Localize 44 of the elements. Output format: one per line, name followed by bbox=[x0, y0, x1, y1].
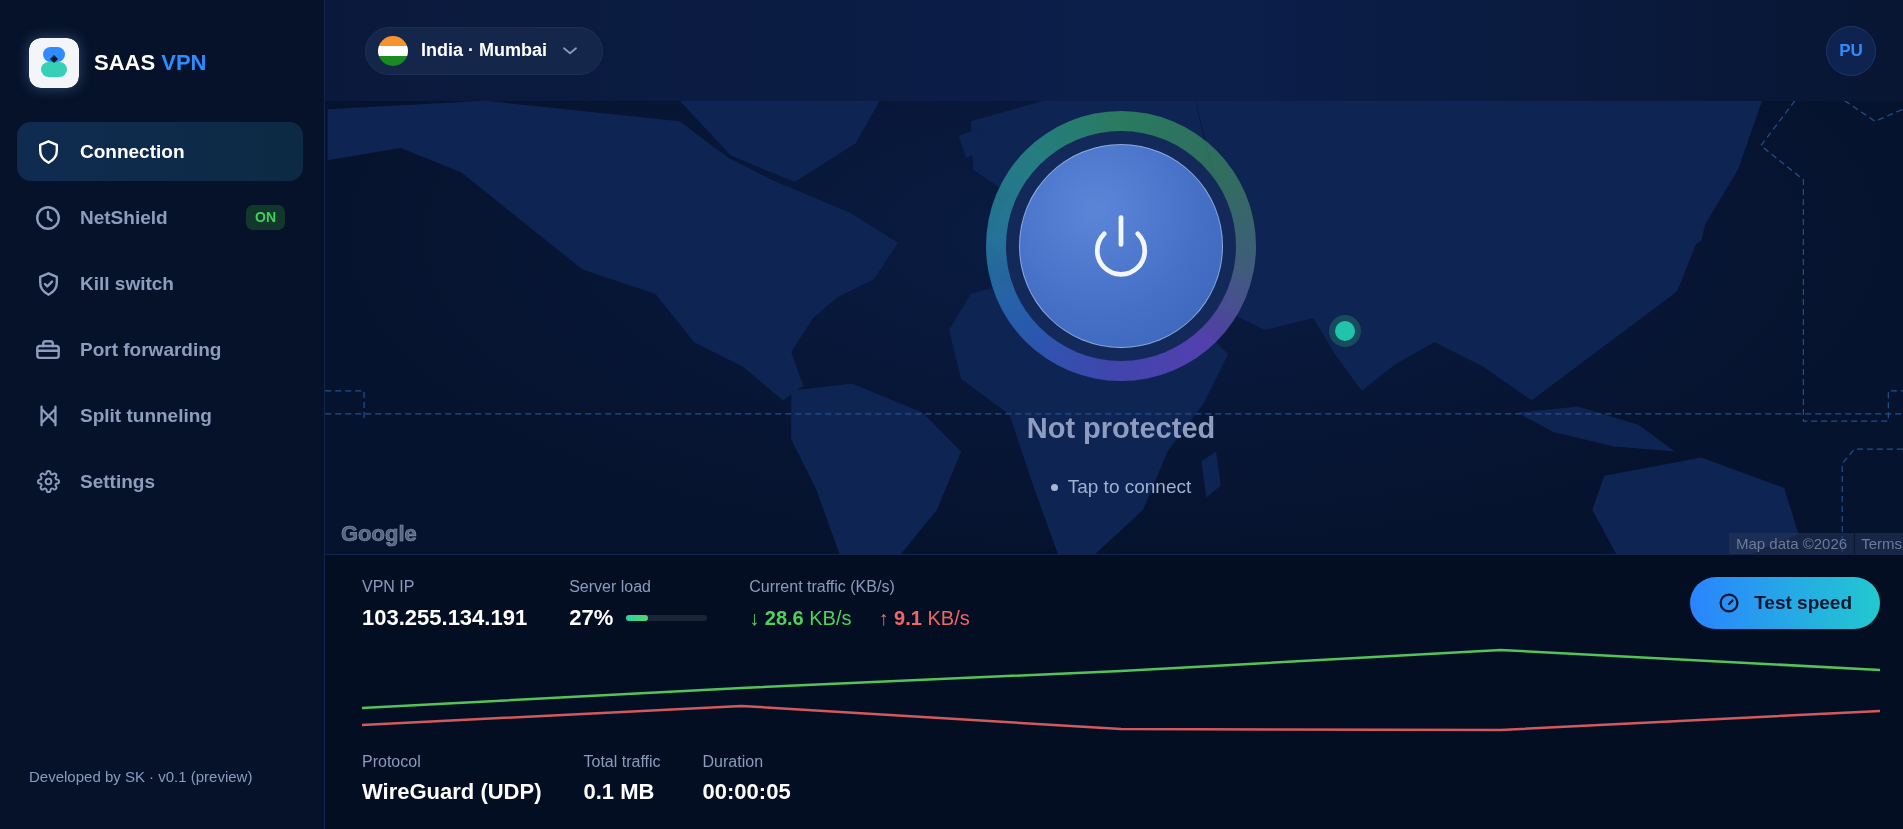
map-provider-logo: Google bbox=[341, 521, 417, 547]
power-button[interactable] bbox=[1019, 144, 1223, 348]
status-badge: ON bbox=[246, 205, 285, 230]
upload-rate: ↑ 9.1 KB/s bbox=[878, 606, 970, 631]
clock-icon bbox=[36, 205, 60, 230]
status-dot-icon bbox=[1050, 483, 1058, 491]
bowtie-icon bbox=[39, 404, 57, 427]
stat-label: Current traffic (KB/s) bbox=[749, 577, 896, 597]
stat-label: VPN IP bbox=[362, 577, 416, 597]
stat-value: WireGuard (UDP) bbox=[362, 779, 542, 805]
stat-label: Server load bbox=[569, 577, 652, 597]
flag-icon bbox=[378, 35, 408, 66]
stat-value: 103.255.134.191 bbox=[362, 605, 528, 631]
terms-link[interactable]: Terms bbox=[1854, 533, 1903, 554]
nav-item[interactable]: NetShield ON bbox=[17, 188, 303, 247]
location-pin-icon bbox=[1329, 315, 1361, 347]
brand-name: SAAS VPN bbox=[94, 50, 207, 76]
nav-item[interactable]: Connection bbox=[17, 122, 303, 181]
map-attribution: Map data ©2026 bbox=[1729, 533, 1855, 554]
stat-value: 27% bbox=[569, 605, 614, 631]
connection-status: Not protected bbox=[1026, 411, 1216, 445]
shield-icon bbox=[38, 139, 58, 164]
stat-value: 00:00:05 bbox=[702, 779, 791, 805]
download-rate: ↓ 28.6 KB/s bbox=[749, 606, 852, 631]
stat-label: Protocol bbox=[362, 752, 422, 772]
footer-note: Developed by SK · v0.1 (preview) bbox=[28, 767, 254, 787]
connect-hint: Tap to connect bbox=[1067, 476, 1192, 498]
stat-label: Total traffic bbox=[583, 752, 661, 772]
stat-label: Duration bbox=[702, 752, 765, 772]
stat-value: 0.1 MB bbox=[583, 779, 656, 805]
nav-item[interactable]: Split tunneling bbox=[17, 386, 303, 445]
power-icon bbox=[1093, 215, 1149, 277]
settings-icon bbox=[36, 470, 60, 493]
test-speed-button[interactable]: Test speed bbox=[1690, 577, 1880, 629]
avatar-button[interactable]: PU bbox=[1826, 25, 1876, 76]
nav-item[interactable]: Settings bbox=[17, 452, 303, 511]
shield-check-icon bbox=[38, 271, 58, 296]
nav-item[interactable]: Kill switch bbox=[17, 254, 303, 313]
nav-item[interactable]: Port forwarding bbox=[17, 320, 303, 379]
location-selector[interactable]: India · Mumbai bbox=[365, 26, 603, 75]
gauge-icon bbox=[1719, 593, 1740, 613]
briefcase-icon bbox=[36, 340, 60, 359]
chevron-down-icon bbox=[563, 46, 577, 55]
logo-icon bbox=[29, 38, 79, 88]
